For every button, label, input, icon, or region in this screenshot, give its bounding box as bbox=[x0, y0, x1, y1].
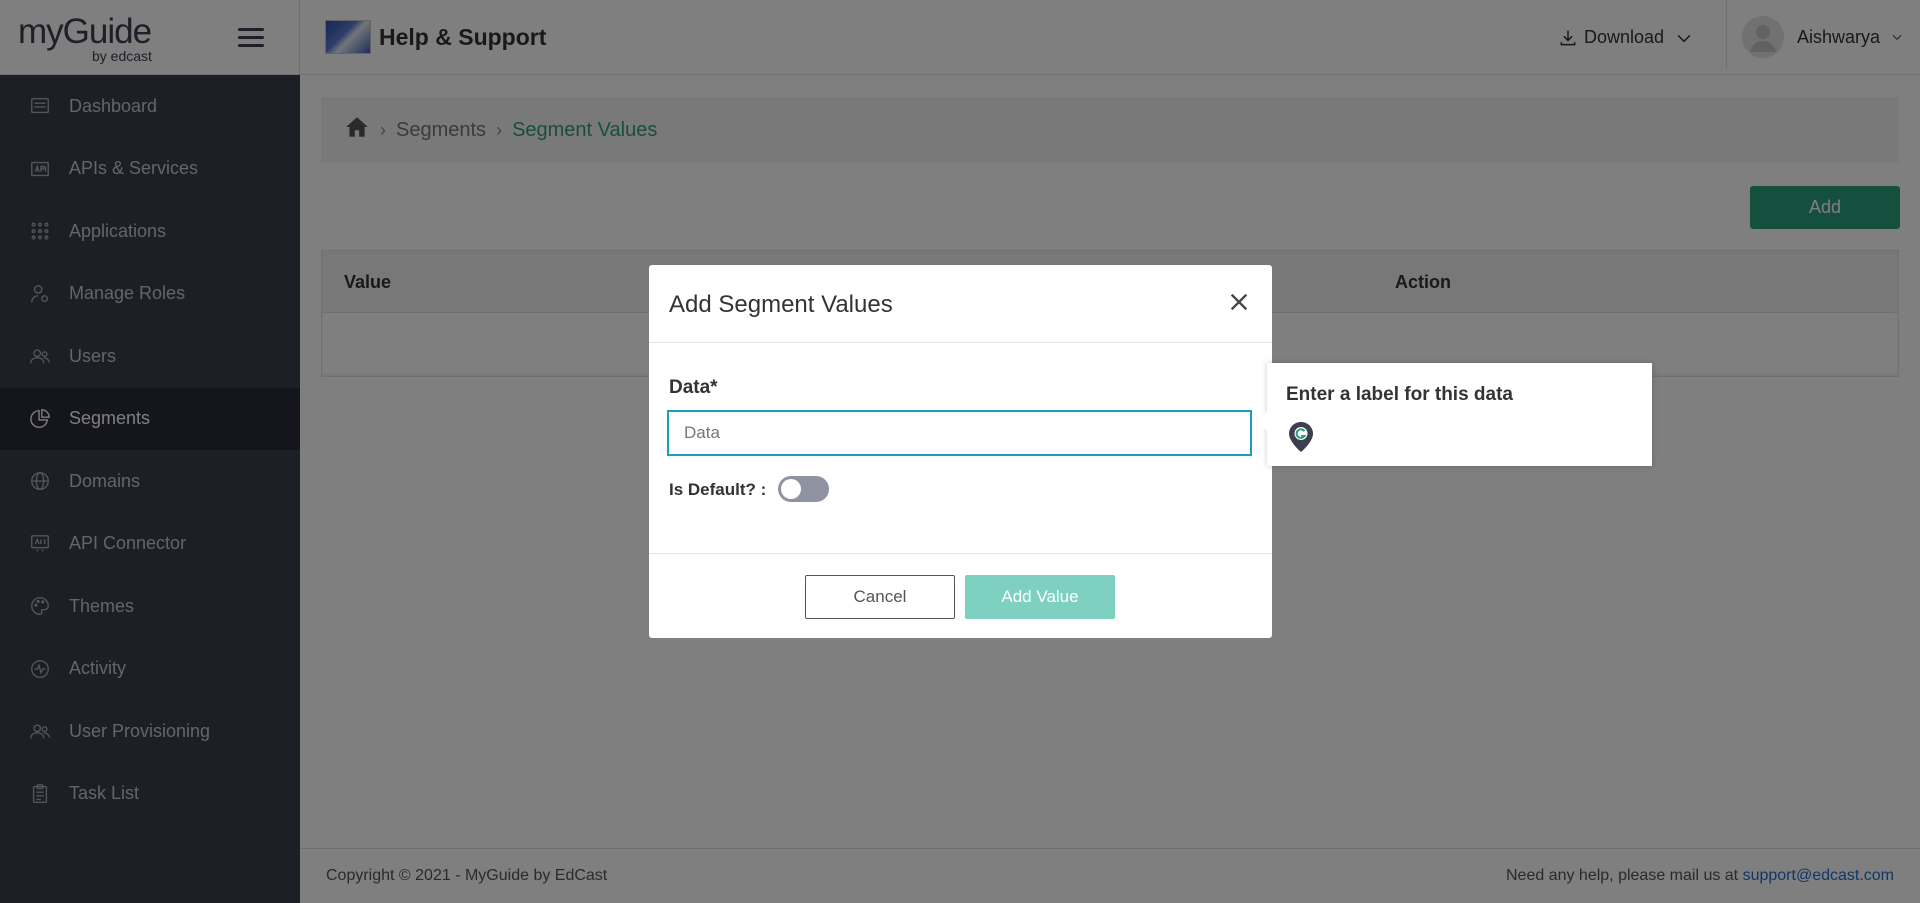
is-default-label: Is Default? : bbox=[669, 480, 767, 499]
modal-title: Add Segment Values bbox=[669, 291, 893, 318]
data-field-label: Data* bbox=[669, 377, 718, 398]
cancel-button[interactable]: Cancel bbox=[805, 575, 955, 619]
toggle-knob bbox=[781, 479, 801, 499]
modal-footer: Cancel Add Value bbox=[649, 553, 1272, 638]
modal-header: Add Segment Values bbox=[649, 265, 1272, 343]
guide-tooltip: Enter a label for this data bbox=[1257, 363, 1652, 466]
add-value-button[interactable]: Add Value bbox=[965, 575, 1115, 619]
is-default-toggle[interactable] bbox=[778, 476, 829, 502]
close-icon[interactable] bbox=[1228, 291, 1250, 313]
myguide-pin-icon[interactable] bbox=[1288, 421, 1314, 453]
data-input[interactable] bbox=[667, 410, 1252, 456]
tooltip-arrow bbox=[1257, 411, 1267, 431]
modal-body: Data* Is Default? : bbox=[649, 343, 1272, 553]
add-segment-values-modal: Add Segment Values Data* Is Default? : C… bbox=[649, 265, 1272, 638]
tooltip-text: Enter a label for this data bbox=[1286, 384, 1513, 405]
